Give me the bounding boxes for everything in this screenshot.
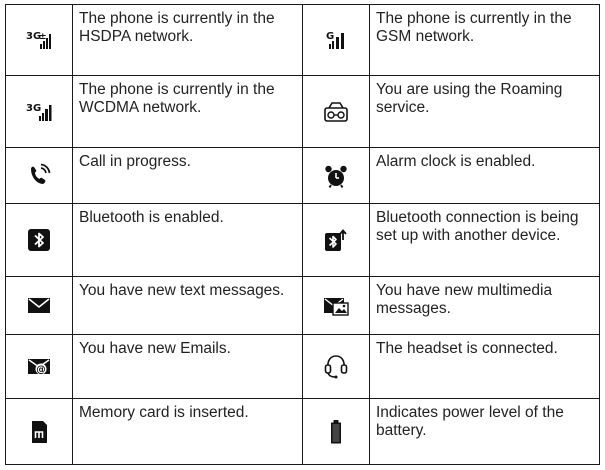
email-icon: @ [26, 353, 52, 379]
status-description: Bluetooth is enabled. [72, 203, 303, 277]
gsm-signal-icon: G [323, 27, 349, 53]
status-icons-table: 3G ± The phone is currently in the HSDPA… [5, 3, 600, 465]
status-description: The phone is currently in the GSM networ… [369, 3, 600, 77]
svg-text:@: @ [36, 365, 46, 376]
table-row: Memory card is inserted. Indicates power… [5, 398, 600, 465]
headset-icon [323, 353, 349, 379]
status-description: You are using the Roaming service. [369, 75, 600, 148]
multimedia-message-icon [323, 292, 349, 318]
status-description: Call in progress. [72, 146, 303, 205]
svg-text:3G: 3G [26, 103, 41, 114]
status-description: Indicates power level of the battery. [369, 398, 600, 465]
battery-icon [323, 419, 349, 445]
svg-text:±: ± [39, 32, 47, 42]
memory-card-icon [26, 419, 52, 445]
table-row: @ You have new Emails. The headset is co… [5, 333, 600, 400]
roaming-icon [323, 99, 349, 125]
bluetooth-enabled-icon [26, 227, 52, 253]
status-description: You have new text messages. [72, 275, 303, 335]
status-description: The phone is currently in the WCDMA netw… [72, 75, 303, 148]
table-row: Bluetooth is enabled. Bluetooth connecti… [5, 203, 600, 277]
text-message-icon [26, 292, 52, 318]
table-row: You have new text messages. You have new… [5, 275, 600, 335]
bluetooth-connecting-icon [323, 227, 349, 253]
status-description: Bluetooth connection is being set up wit… [369, 203, 600, 277]
hsdpa-signal-icon: 3G ± [26, 27, 52, 53]
alarm-clock-icon [323, 163, 349, 189]
status-description: Memory card is inserted. [72, 398, 303, 465]
table-row: 3G The phone is currently in the WCDMA n… [5, 75, 600, 148]
table-row: 3G ± The phone is currently in the HSDPA… [5, 3, 600, 77]
call-in-progress-icon [26, 163, 52, 189]
status-description: The headset is connected. [369, 333, 600, 400]
status-description: Alarm clock is enabled. [369, 146, 600, 205]
table-row: Call in progress. Alarm clock is enabled… [5, 146, 600, 205]
svg-text:G: G [326, 31, 334, 42]
status-description: You have new multimedia messages. [369, 275, 600, 335]
status-description: The phone is currently in the HSDPA netw… [72, 3, 303, 77]
status-description: You have new Emails. [72, 333, 303, 400]
wcdma-signal-icon: 3G [26, 99, 52, 125]
